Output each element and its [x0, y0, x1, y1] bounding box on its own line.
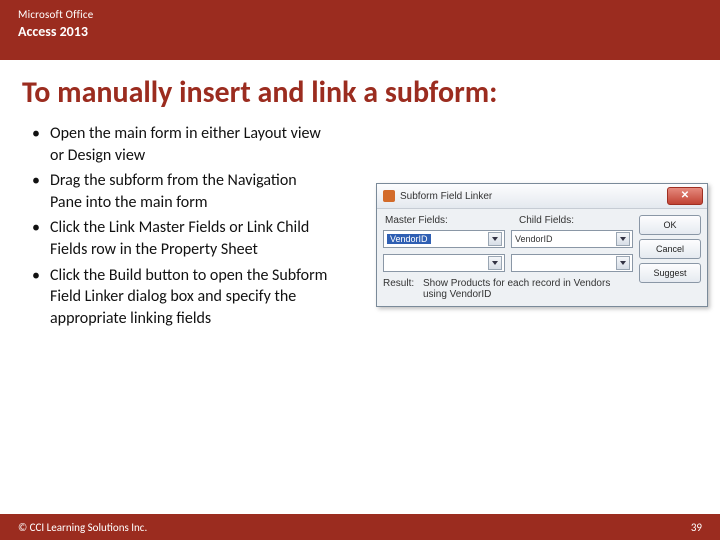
- child-fields-label: Child Fields:: [519, 215, 633, 226]
- field-row-2: [383, 254, 633, 272]
- header-line2: Access 2013: [18, 23, 702, 40]
- child-field-value: VendorID: [515, 234, 553, 244]
- footer-strip: © CCI Learning Solutions Inc. 39: [0, 514, 720, 540]
- app-icon: [383, 190, 395, 202]
- dialog-title: Subform Field Linker: [400, 191, 492, 202]
- dialog-body: Master Fields: Child Fields: VendorID: [377, 209, 707, 306]
- suggest-button[interactable]: Suggest: [639, 263, 701, 283]
- slide-title: To manually insert and link a subform:: [0, 60, 720, 117]
- bullet-list: Open the main form in either Layout view…: [30, 123, 330, 333]
- subform-field-linker-dialog: Subform Field Linker ✕ Master Fields: Ch…: [376, 183, 708, 307]
- header-strip: Microsoft Office Access 2013: [0, 0, 720, 60]
- field-row-1: VendorID VendorID: [383, 230, 633, 248]
- body-row: Open the main form in either Layout view…: [0, 117, 720, 333]
- child-field-combo-2[interactable]: [511, 254, 633, 272]
- chevron-down-icon: [488, 256, 502, 270]
- dialog-illustration: Subform Field Linker ✕ Master Fields: Ch…: [330, 123, 708, 333]
- bullet-item: Click the Link Master Fields or Link Chi…: [30, 217, 330, 260]
- page-number: 39: [691, 521, 702, 534]
- child-field-combo[interactable]: VendorID: [511, 230, 633, 248]
- header-line1: Microsoft Office: [18, 8, 702, 21]
- chevron-down-icon: [616, 232, 630, 246]
- master-field-value: VendorID: [387, 234, 431, 244]
- master-field-combo[interactable]: VendorID: [383, 230, 505, 248]
- slide: Microsoft Office Access 2013 To manually…: [0, 0, 720, 540]
- chevron-down-icon: [616, 256, 630, 270]
- master-fields-label: Master Fields:: [385, 215, 499, 226]
- bullet-item: Drag the subform from the Navigation Pan…: [30, 170, 330, 213]
- close-icon: ✕: [681, 191, 689, 201]
- result-value: Show Products for each record in Vendors…: [423, 278, 633, 300]
- bullet-item: Open the main form in either Layout view…: [30, 123, 330, 166]
- bullet-item: Click the Build button to open the Subfo…: [30, 265, 330, 330]
- ok-button[interactable]: OK: [639, 215, 701, 235]
- result-label: Result:: [383, 278, 417, 289]
- cancel-button[interactable]: Cancel: [639, 239, 701, 259]
- chevron-down-icon: [488, 232, 502, 246]
- field-headers: Master Fields: Child Fields:: [383, 215, 633, 226]
- dialog-fields: Master Fields: Child Fields: VendorID: [383, 215, 633, 300]
- copyright: © CCI Learning Solutions Inc.: [18, 521, 147, 534]
- dialog-titlebar: Subform Field Linker ✕: [377, 184, 707, 209]
- master-field-combo-2[interactable]: [383, 254, 505, 272]
- result-row: Result: Show Products for each record in…: [383, 278, 633, 300]
- close-button[interactable]: ✕: [667, 187, 703, 205]
- dialog-buttons: OK Cancel Suggest: [639, 215, 701, 300]
